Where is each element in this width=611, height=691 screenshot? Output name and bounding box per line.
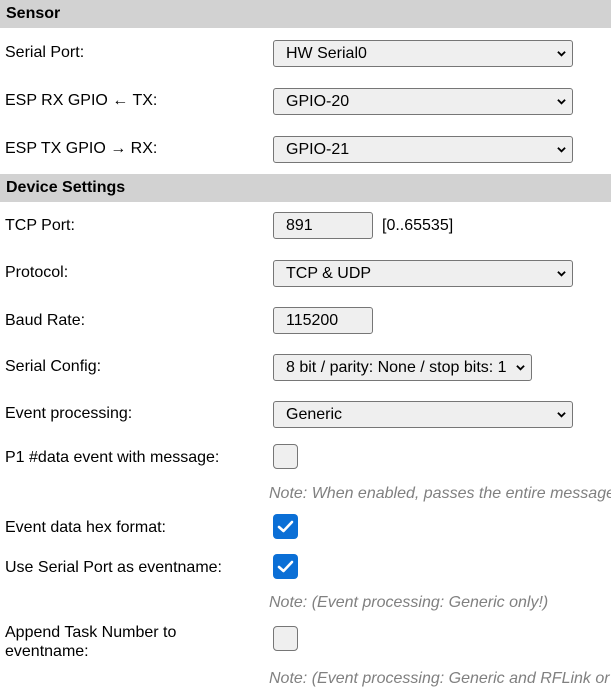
p1-data-event-label: P1 #data event with message: (5, 449, 220, 466)
serial-config-value: 8 bit / parity: None / stop bits: 1 (286, 359, 507, 376)
event-processing-select[interactable]: Generic (273, 401, 573, 428)
tcp-port-input[interactable]: 891 (273, 212, 373, 239)
chevron-down-icon (516, 365, 525, 371)
p1-data-event-checkbox[interactable] (273, 444, 298, 469)
serial-port-label: Serial Port: (5, 44, 85, 61)
chevron-down-icon (557, 51, 566, 57)
serial-config-label: Serial Config: (5, 358, 102, 375)
protocol-select[interactable]: TCP & UDP (273, 260, 573, 287)
baud-rate-input[interactable]: 115200 (273, 307, 373, 334)
chevron-down-icon (557, 99, 566, 105)
tx-gpio-label: ESP TX GPIO → RX: (5, 140, 158, 157)
serial-config-select[interactable]: 8 bit / parity: None / stop bits: 1 (273, 354, 532, 381)
note-generic-only: Note: (Event processing: Generic only!) (269, 594, 549, 611)
serial-port-value: HW Serial0 (286, 45, 367, 62)
event-processing-label: Event processing: (5, 405, 133, 422)
rx-gpio-select[interactable]: GPIO-20 (273, 88, 573, 115)
tcp-port-label: TCP Port: (5, 217, 75, 234)
serial-port-select[interactable]: HW Serial0 (273, 40, 573, 67)
protocol-value: TCP & UDP (286, 265, 372, 282)
note-generic-rflink: Note: (Event processing: Generic and RFL… (269, 670, 610, 687)
checkmark-icon (277, 560, 294, 573)
rx-gpio-label: ESP RX GPIO ← TX: (5, 92, 158, 109)
note-p1-data-event: Note: When enabled, passes the entire me… (269, 485, 611, 502)
protocol-label: Protocol: (5, 264, 69, 281)
append-task-label: Append Task Number to eventname: (5, 624, 177, 660)
tx-gpio-select[interactable]: GPIO-21 (273, 136, 573, 163)
chevron-down-icon (557, 412, 566, 418)
event-processing-value: Generic (286, 406, 343, 423)
chevron-down-icon (557, 271, 566, 277)
checkmark-icon (277, 520, 294, 533)
append-task-checkbox[interactable] (273, 626, 298, 651)
tx-gpio-value: GPIO-21 (286, 141, 350, 158)
section-header-sensor: Sensor (0, 0, 611, 28)
baud-rate-label: Baud Rate: (5, 312, 86, 329)
section-header-device-settings: Device Settings (0, 174, 611, 202)
chevron-down-icon (557, 147, 566, 153)
serial-eventname-checkbox[interactable] (273, 554, 298, 579)
serial-eventname-label: Use Serial Port as eventname: (5, 559, 222, 576)
rx-gpio-value: GPIO-20 (286, 93, 350, 110)
hex-format-label: Event data hex format: (5, 519, 166, 536)
tcp-port-range: [0..65535] (382, 217, 454, 234)
hex-format-checkbox[interactable] (273, 514, 298, 539)
